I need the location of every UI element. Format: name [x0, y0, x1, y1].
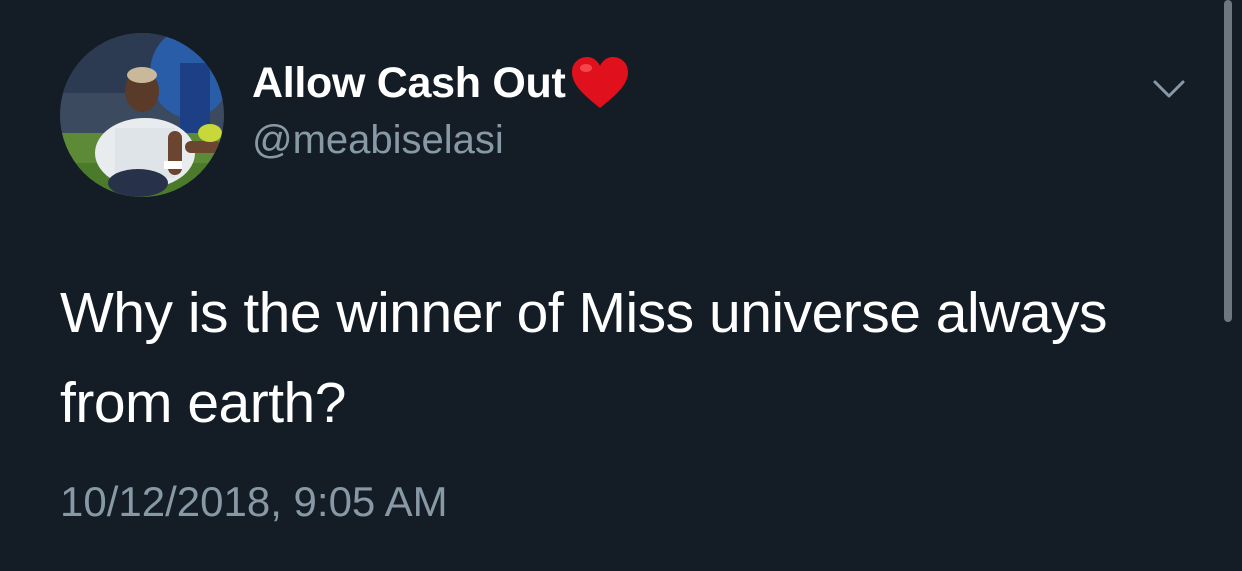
chevron-down-icon[interactable]	[1152, 78, 1186, 100]
handle[interactable]: @meabiselasi	[252, 118, 504, 163]
scrollbar[interactable]	[1224, 0, 1232, 322]
display-name[interactable]: Allow Cash Out	[252, 59, 566, 108]
heart-icon	[571, 57, 628, 108]
tweet-card: Allow Cash Out @meabiselasi Why is the w…	[0, 0, 1242, 571]
tweet-text: Why is the winner of Miss universe alway…	[60, 281, 1108, 435]
display-name-row[interactable]: Allow Cash Out	[252, 55, 630, 111]
avatar-photo	[60, 33, 224, 197]
timestamp[interactable]: 10/12/2018, 9:05 AM	[60, 478, 448, 526]
avatar[interactable]	[60, 33, 224, 197]
